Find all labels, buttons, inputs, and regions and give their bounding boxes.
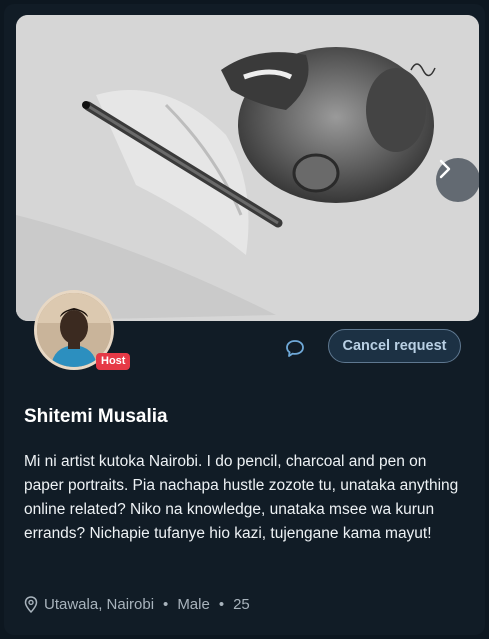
profile-bio: Mi ni artist kutoka Nairobi. I do pencil… — [24, 453, 459, 542]
location-pin-icon — [24, 596, 38, 613]
pencil-portrait-artwork — [16, 15, 479, 321]
separator-dot: • — [163, 596, 169, 613]
separator-dot: • — [218, 596, 225, 613]
profile-meta: Utawala, Nairobi • Male • 25 — [24, 596, 250, 613]
profile-name: Shitemi Musalia — [24, 406, 168, 427]
profile-gender: Male — [177, 596, 210, 613]
next-photo-button[interactable] — [436, 158, 479, 202]
profile-card: Host Cancel request Shitemi Musalia Mi n… — [4, 4, 485, 635]
host-badge: Host — [96, 353, 131, 370]
profile-photo-carousel[interactable] — [16, 15, 479, 321]
profile-location: Utawala, Nairobi — [44, 596, 155, 613]
host-avatar[interactable]: Host — [34, 290, 131, 370]
profile-age: 25 — [233, 596, 250, 613]
cancel-request-button[interactable]: Cancel request — [328, 329, 461, 363]
chevron-right-icon — [439, 159, 451, 179]
chat-bubble-icon[interactable] — [284, 337, 306, 359]
